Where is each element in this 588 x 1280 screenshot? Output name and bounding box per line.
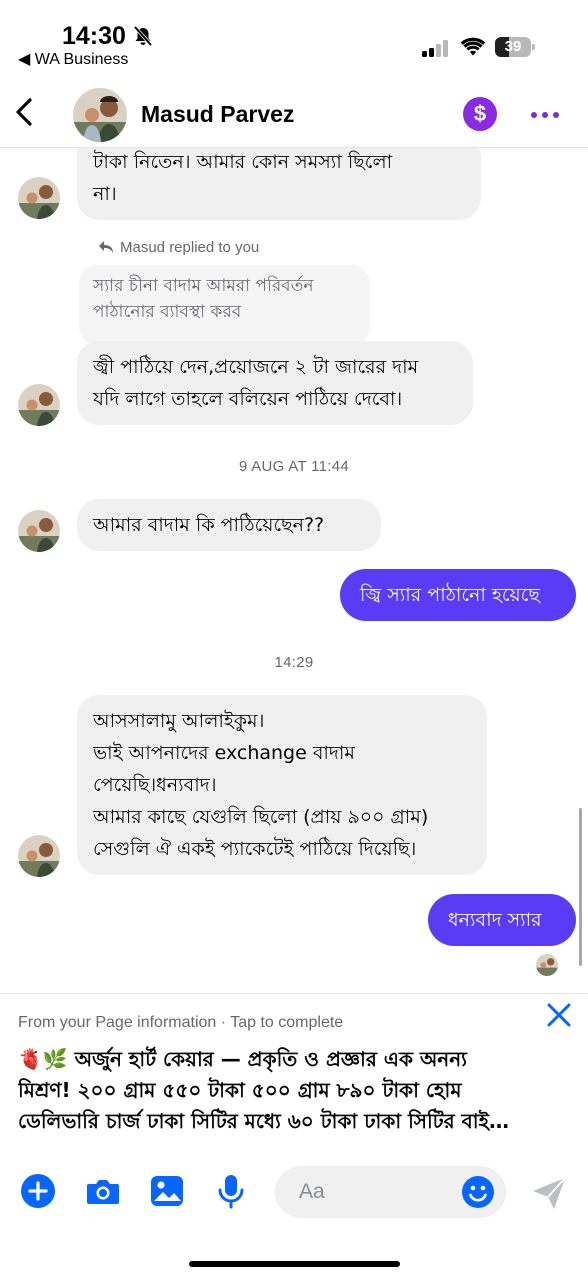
message-line: জ্বী পাঠিয়ে দেন,প্রয়োজনে ২ টা জারের দা… bbox=[93, 356, 419, 378]
outgoing-message[interactable]: জ্বি স্যার পাঠানো হয়েছে bbox=[340, 569, 576, 621]
message-composer: Aa bbox=[0, 1160, 588, 1230]
message-input-placeholder: Aa bbox=[299, 1180, 325, 1203]
message-line: সেগুলি ঐ একই প্যাকেটেই পাঠিয়ে দিয়েছি। bbox=[93, 838, 417, 860]
page-info-line: মিশ্রণ! ২০০ গ্রাম ৫৫০ টাকা ৫০০ গ্রাম ৮৯০… bbox=[18, 1078, 462, 1102]
bell-muted-icon bbox=[133, 25, 153, 47]
payment-button[interactable]: $ bbox=[463, 97, 497, 131]
home-indicator[interactable] bbox=[189, 1261, 400, 1267]
message-line: জ্বি স্যার পাঠানো হয়েছে bbox=[360, 584, 540, 606]
page-info-line: 🫀🌿 অর্জুন হার্ট কেয়ার — প্রকৃতি ও প্রজ্… bbox=[18, 1047, 467, 1071]
date-separator: 9 AUG AT 11:44 bbox=[238, 458, 350, 475]
incoming-message[interactable]: টাকা নিতেন। আমার কোন সমস্যা ছিলো না। bbox=[77, 148, 481, 220]
contact-avatar[interactable] bbox=[73, 88, 127, 142]
message-line: আসসালামু আলাইকুম। bbox=[93, 710, 265, 732]
sender-avatar[interactable] bbox=[18, 177, 60, 219]
message-list[interactable]: টাকা নিতেন। আমার কোন সমস্যা ছিলো না। Mas… bbox=[0, 148, 588, 993]
message-line: না। bbox=[93, 183, 117, 205]
camera-icon[interactable] bbox=[84, 1172, 122, 1210]
message-line: যদি লাগে তাহলে বলিয়েন পাঠিয়ে দেবো। bbox=[93, 388, 403, 410]
message-line: টাকা নিতেন। আমার কোন সমস্যা ছিলো bbox=[93, 151, 393, 173]
message-line: ভাই আপনাদের exchange বাদাম bbox=[93, 742, 355, 764]
contact-name[interactable]: Masud Parvez bbox=[141, 101, 294, 128]
sender-avatar[interactable] bbox=[18, 384, 60, 426]
incoming-message[interactable]: আমার বাদাম কি পাঠিয়েছেন?? bbox=[77, 499, 381, 551]
wifi-icon bbox=[460, 37, 486, 56]
chat-header: Masud Parvez $ bbox=[0, 80, 588, 148]
back-to-app-link[interactable]: ◀ WA Business bbox=[18, 49, 128, 69]
reply-arrow-icon bbox=[99, 241, 113, 253]
status-time: 14:30 bbox=[62, 22, 126, 50]
replied-note: Masud replied to you bbox=[120, 239, 260, 256]
quoted-line: পাঠানোর ব্যাবস্থা করব bbox=[93, 302, 242, 322]
page-info-heading[interactable]: From your Page information · Tap to comp… bbox=[18, 1014, 343, 1032]
gallery-icon[interactable] bbox=[148, 1172, 186, 1210]
seen-avatar bbox=[536, 954, 558, 976]
page-info-line: ডেলিভারি চার্জ ঢাকা সিটির মধ্যে ৬০ টাকা … bbox=[18, 1109, 509, 1133]
back-arrow-icon[interactable] bbox=[10, 92, 40, 132]
battery-level: 39 bbox=[504, 38, 522, 55]
more-options-icon[interactable] bbox=[528, 100, 562, 128]
add-icon[interactable] bbox=[19, 1172, 57, 1210]
page-info-banner[interactable]: From your Page information · Tap to comp… bbox=[0, 993, 588, 1153]
cell-signal-icon bbox=[422, 40, 450, 57]
sender-avatar[interactable] bbox=[18, 510, 60, 552]
sender-avatar[interactable] bbox=[18, 835, 60, 877]
close-icon[interactable] bbox=[544, 1000, 574, 1030]
outgoing-message[interactable]: ধন্যবাদ স্যার bbox=[428, 894, 576, 946]
date-separator: 14:29 bbox=[274, 654, 314, 671]
message-line: আমার বাদাম কি পাঠিয়েছেন?? bbox=[93, 514, 325, 536]
emoji-icon[interactable] bbox=[461, 1175, 495, 1209]
message-input[interactable]: Aa bbox=[275, 1166, 506, 1218]
quoted-message[interactable]: স্যার চীনা বাদাম আমরা পরিবর্তন পাঠানোর ব… bbox=[79, 265, 370, 345]
incoming-message[interactable]: জ্বী পাঠিয়ে দেন,প্রয়োজনে ২ টা জারের দা… bbox=[77, 341, 473, 425]
microphone-icon[interactable] bbox=[212, 1172, 250, 1210]
battery-icon: 39 bbox=[495, 37, 535, 57]
incoming-message[interactable]: আসসালামু আলাইকুম। ভাই আপনাদের exchange ব… bbox=[77, 695, 487, 875]
scrollbar[interactable] bbox=[579, 808, 582, 966]
send-icon[interactable] bbox=[530, 1174, 568, 1212]
message-line: ধন্যবাদ স্যার bbox=[448, 909, 542, 931]
status-bar: 14:30 ◀ WA Business 39 bbox=[0, 0, 588, 70]
quoted-line: স্যার চীনা বাদাম আমরা পরিবর্তন bbox=[93, 276, 314, 296]
message-line: পেয়েছি।ধন্যবাদ। bbox=[93, 774, 217, 796]
message-line: আমার কাছে যেগুলি ছিলো (প্রায় ৯০০ গ্রাম) bbox=[93, 806, 429, 828]
page-info-text[interactable]: 🫀🌿 অর্জুন হার্ট কেয়ার — প্রকৃতি ও প্রজ্… bbox=[18, 1044, 573, 1137]
